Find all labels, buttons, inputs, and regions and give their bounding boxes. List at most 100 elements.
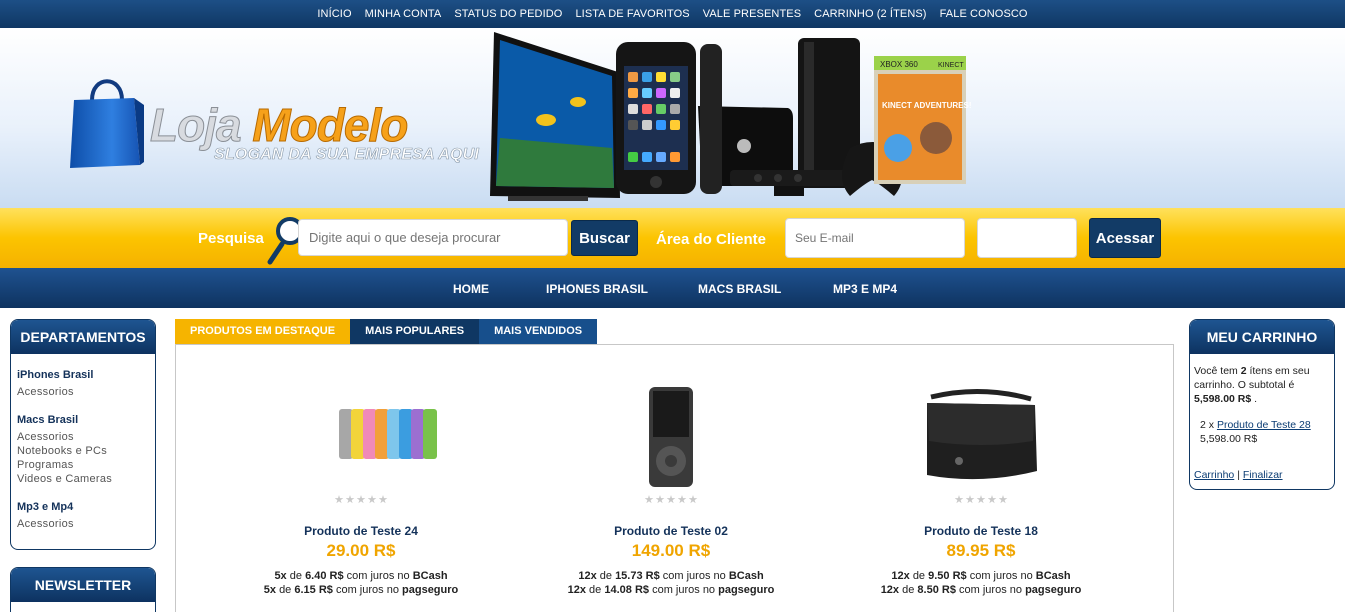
mainnav-macs-brasil[interactable]: MACS BRASIL [698, 282, 781, 296]
dept-link-macs-acessorios[interactable]: Acessorios [17, 430, 149, 444]
installment-bcash: 12x de 9.50 R$ com juros no BCash [891, 570, 1071, 582]
tab-mais-vendidos[interactable]: MAIS VENDIDOS [479, 319, 598, 344]
topnav-vale-presentes[interactable]: VALE PRESENTES [696, 8, 807, 20]
header-banner: Loja Modelo SLOGAN DA SUA EMPRESA AQUI X… [0, 28, 1345, 208]
product-card[interactable]: Produto de Teste 24 29.00 R$ 5x de 6.40 … [211, 345, 511, 597]
rating-stars [521, 495, 821, 509]
dept-link-iphones-acessorios[interactable]: Acessorios [17, 385, 149, 399]
star-icon [688, 495, 698, 504]
star-icon [644, 495, 654, 504]
dept-link-mp3-mp4[interactable]: Mp3 e Mp4 [17, 500, 149, 515]
products-panel: Produto de Teste 24 29.00 R$ 5x de 6.40 … [175, 344, 1174, 612]
newsletter-box: NEWSLETTER [10, 567, 156, 612]
rating-stars [831, 495, 1131, 509]
banner-kinect-text: KINECT [938, 62, 964, 69]
product-image[interactable] [831, 345, 1131, 495]
installments: 12x de 9.50 R$ com juros no BCash 12x de… [831, 569, 1131, 597]
product-price: 29.00 R$ [326, 541, 396, 560]
banner-game-title: KINECT ADVENTURES! [882, 101, 971, 110]
product-card[interactable]: Produto de Teste 02 149.00 R$ 12x de 15.… [521, 345, 821, 597]
slogan: SLOGAN DA SUA EMPRESA AQUI [214, 146, 480, 164]
star-icon [345, 495, 355, 504]
newsletter-title: NEWSLETTER [11, 568, 155, 602]
star-icon [666, 495, 676, 504]
cart-link[interactable]: Carrinho [1194, 469, 1234, 481]
dept-group-mp3: Mp3 e Mp4 Acessorios [17, 500, 149, 531]
installments: 12x de 15.73 R$ com juros no BCash 12x d… [521, 569, 821, 597]
mainnav-iphones-brasil[interactable]: IPHONES BRASIL [546, 282, 648, 296]
dept-link-programas[interactable]: Programas [17, 458, 149, 472]
dept-link-mp3-acessorios[interactable]: Acessorios [17, 517, 149, 531]
topnav-status-pedido[interactable]: STATUS DO PEDIDO [448, 8, 569, 20]
shopping-bag-icon[interactable] [70, 70, 145, 170]
product-price: 89.95 R$ [946, 541, 1016, 560]
ipod-nano-image [649, 387, 693, 487]
mainnav-mp3-mp4[interactable]: MP3 E MP4 [833, 282, 897, 296]
tab-produtos-destaque[interactable]: PRODUTOS EM DESTAQUE [175, 319, 351, 344]
product-price: 149.00 R$ [631, 541, 711, 560]
product-name[interactable]: Produto de Teste 02 [521, 524, 821, 538]
installment-pagseguro: 5x de 6.15 R$ com juros no pagseguro [263, 584, 459, 596]
star-icon [987, 495, 997, 504]
installment-pagseguro: 12x de 8.50 R$ com juros no pagseguro [880, 584, 1082, 596]
topnav-carrinho[interactable]: CARRINHO (2 ÍTENS) [808, 8, 933, 20]
search-button[interactable]: Buscar [571, 220, 638, 256]
product-banner-image: XBOX 360 KINECT KINECT ADVENTURES! [490, 32, 971, 201]
product-card[interactable]: Produto de Teste 18 89.95 R$ 12x de 9.50… [831, 345, 1131, 597]
search-input[interactable] [298, 219, 568, 256]
iphone-sock-image [339, 409, 437, 459]
installment-bcash: 5x de 6.40 R$ com juros no BCash [274, 570, 448, 582]
cart-item-price: 5,598.00 R$ [1200, 433, 1258, 445]
star-icon [334, 495, 344, 504]
mainnav-home[interactable]: HOME [453, 282, 489, 296]
star-icon [356, 495, 366, 504]
rating-stars [211, 495, 511, 509]
product-name[interactable]: Produto de Teste 18 [831, 524, 1131, 538]
product-name[interactable]: Produto de Teste 24 [211, 524, 511, 538]
login-button[interactable]: Acessar [1089, 218, 1161, 258]
checkout-link[interactable]: Finalizar [1243, 469, 1283, 481]
product-image[interactable] [521, 345, 821, 495]
departments-title: DEPARTAMENTOS [11, 320, 155, 354]
dept-link-iphones-brasil[interactable]: iPhones Brasil [17, 368, 149, 383]
client-area-label: Área do Cliente [656, 231, 767, 248]
star-icon [998, 495, 1008, 504]
product-image[interactable] [211, 345, 511, 495]
star-icon [965, 495, 975, 504]
topnav-fale-conosco[interactable]: FALE CONOSCO [933, 8, 1034, 20]
topnav-minha-conta[interactable]: MINHA CONTA [358, 8, 448, 20]
top-navigation: INÍCIO MINHA CONTA STATUS DO PEDIDO LIST… [0, 0, 1345, 28]
product-tabs: PRODUTOS EM DESTAQUE MAIS POPULARES MAIS… [175, 319, 598, 344]
password-field[interactable] [977, 218, 1077, 258]
cart-summary: Você tem 2 ítens em seu carrinho. O subt… [1190, 354, 1334, 482]
dept-group-macs: Macs Brasil Acessorios Notebooks e PCs P… [17, 413, 149, 486]
cart-title: MEU CARRINHO [1190, 320, 1334, 354]
dept-link-videos-cameras[interactable]: Videos e Cameras [17, 472, 149, 486]
logo[interactable]: Loja Modelo [150, 98, 409, 152]
tab-mais-populares[interactable]: MAIS POPULARES [350, 319, 480, 344]
dept-link-notebooks-pcs[interactable]: Notebooks e PCs [17, 444, 149, 458]
star-icon [954, 495, 964, 504]
star-icon [378, 495, 388, 504]
topnav-lista-favoritos[interactable]: LISTA DE FAVORITOS [569, 8, 696, 20]
departments-box: DEPARTAMENTOS iPhones Brasil Acessorios … [10, 319, 156, 550]
dept-link-macs-brasil[interactable]: Macs Brasil [17, 413, 149, 428]
installment-bcash: 12x de 15.73 R$ com juros no BCash [578, 570, 764, 582]
cart-links: Carrinho | Finalizar [1194, 469, 1283, 481]
logo-modelo: Modelo [252, 99, 409, 152]
star-icon [677, 495, 687, 504]
search-bar: Pesquisa Buscar Área do Cliente Acessar [0, 208, 1345, 268]
topnav-inicio[interactable]: INÍCIO [311, 8, 358, 20]
star-icon [367, 495, 377, 504]
messenger-bag-image [927, 388, 1037, 480]
search-label: Pesquisa [198, 230, 264, 247]
banner-xbox-text: XBOX 360 [880, 60, 918, 69]
installment-pagseguro: 12x de 14.08 R$ com juros no pagseguro [567, 584, 775, 596]
logo-loja: Loja [150, 99, 243, 152]
dept-group-iphones: iPhones Brasil Acessorios [17, 368, 149, 399]
cart-summary-text: Você tem 2 ítens em seu carrinho. O subt… [1194, 365, 1310, 405]
cart-item-link[interactable]: Produto de Teste 28 [1217, 419, 1311, 431]
email-field[interactable] [785, 218, 965, 258]
installments: 5x de 6.40 R$ com juros no BCash 5x de 6… [211, 569, 511, 597]
star-icon [655, 495, 665, 504]
